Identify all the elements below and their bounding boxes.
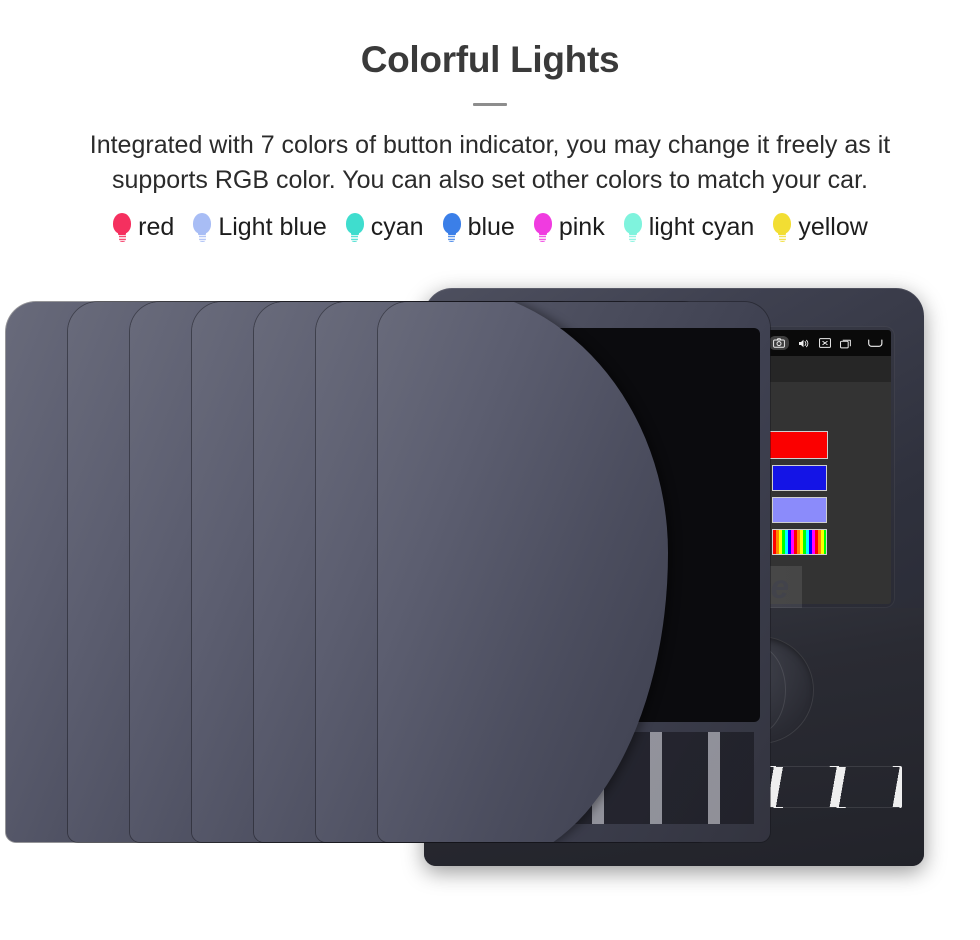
legend-item-light-cyan: light cyan xyxy=(623,212,755,243)
legend-item-red: red xyxy=(112,212,175,243)
legend-label: yellow xyxy=(798,213,868,242)
bulb-icon xyxy=(533,212,553,243)
title-divider xyxy=(473,102,507,106)
back-icon[interactable] xyxy=(867,338,883,349)
legend-label: Light blue xyxy=(218,213,327,242)
legend-item-blue: blue xyxy=(442,212,515,243)
legend-label: red xyxy=(138,213,175,242)
legend-item-light-blue: Light blue xyxy=(192,212,327,243)
swatch-periwinkle[interactable] xyxy=(772,497,828,523)
page-description: Integrated with 7 colors of button indic… xyxy=(89,130,891,195)
recents-icon[interactable] xyxy=(840,338,852,349)
product-photo: ◁-◁-◁-◁-◁-◁-◁- MIC RST xyxy=(0,288,980,888)
legend-label: light cyan xyxy=(648,213,755,242)
page-title: Colorful Lights xyxy=(360,39,620,80)
bulb-icon xyxy=(112,212,132,243)
bulb-icon xyxy=(345,212,365,243)
close-icon[interactable] xyxy=(819,338,831,348)
bulb-icon xyxy=(192,212,212,243)
swatch-blue[interactable] xyxy=(772,465,828,491)
swatch-rainbow[interactable] xyxy=(772,529,828,555)
legend-item-pink: pink xyxy=(533,212,605,243)
bulb-icon xyxy=(772,212,792,243)
bulb-icon xyxy=(442,212,462,243)
color-legend: red Light blue cyan blue pink light cyan yello… xyxy=(0,212,980,243)
legend-item-yellow: yellow xyxy=(772,212,868,243)
legend-item-cyan: cyan xyxy=(345,212,424,243)
camera-icon[interactable] xyxy=(769,336,789,350)
legend-label: pink xyxy=(558,213,605,242)
legend-label: blue xyxy=(467,213,515,242)
head-unit-stacked: ◁- xyxy=(378,302,770,842)
bulb-icon xyxy=(623,212,643,243)
volume-icon[interactable] xyxy=(798,338,810,349)
legend-label: cyan xyxy=(370,213,424,242)
